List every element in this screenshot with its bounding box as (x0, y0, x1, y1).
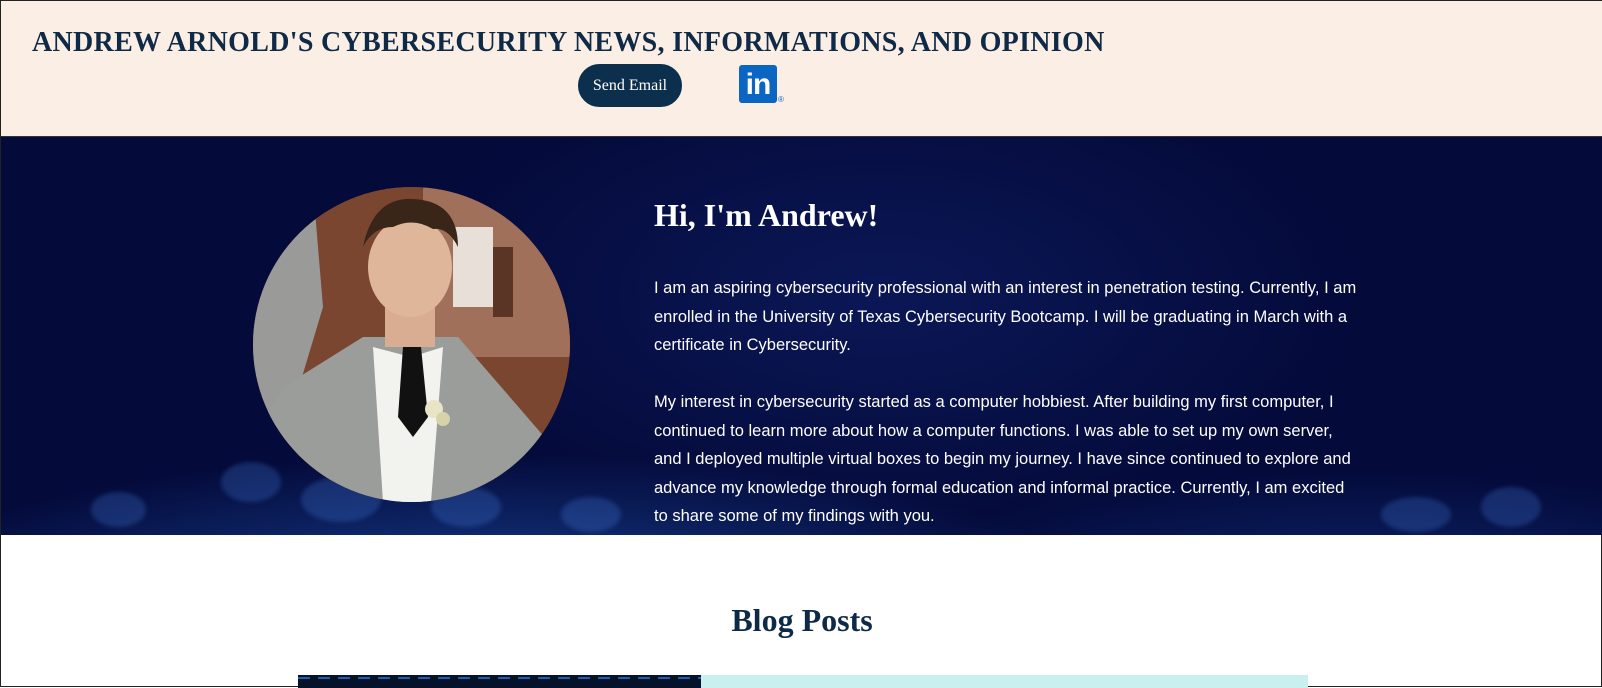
bokeh-light (221, 462, 281, 502)
linkedin-logo: in (739, 65, 777, 103)
site-title: ANDREW ARNOLD'S CYBERSECURITY NEWS, INFO… (32, 27, 1105, 58)
linkedin-icon[interactable]: in ® (739, 65, 785, 105)
site-header: ANDREW ARNOLD'S CYBERSECURITY NEWS, INFO… (1, 1, 1602, 137)
background-paragraph: My interest in cybersecurity started as … (654, 393, 1351, 525)
hero-heading: Hi, I'm Andrew! (654, 197, 879, 233)
bokeh-light (1481, 487, 1541, 527)
profile-photo (253, 187, 570, 502)
blog-posts-heading: Blog Posts (731, 602, 873, 638)
bokeh-light (561, 497, 621, 532)
blog-card-image[interactable] (298, 675, 701, 688)
registered-mark: ® (778, 95, 784, 104)
bokeh-light (91, 492, 146, 527)
bokeh-light (1381, 497, 1451, 532)
hero-section: Hi, I'm Andrew! I am an aspiring cyberse… (1, 137, 1602, 535)
blog-card-body[interactable] (701, 675, 1308, 688)
intro-paragraph: I am an aspiring cybersecurity professio… (654, 279, 1357, 354)
send-email-button[interactable]: Send Email (578, 64, 682, 107)
profile-photo-illustration (253, 187, 570, 502)
